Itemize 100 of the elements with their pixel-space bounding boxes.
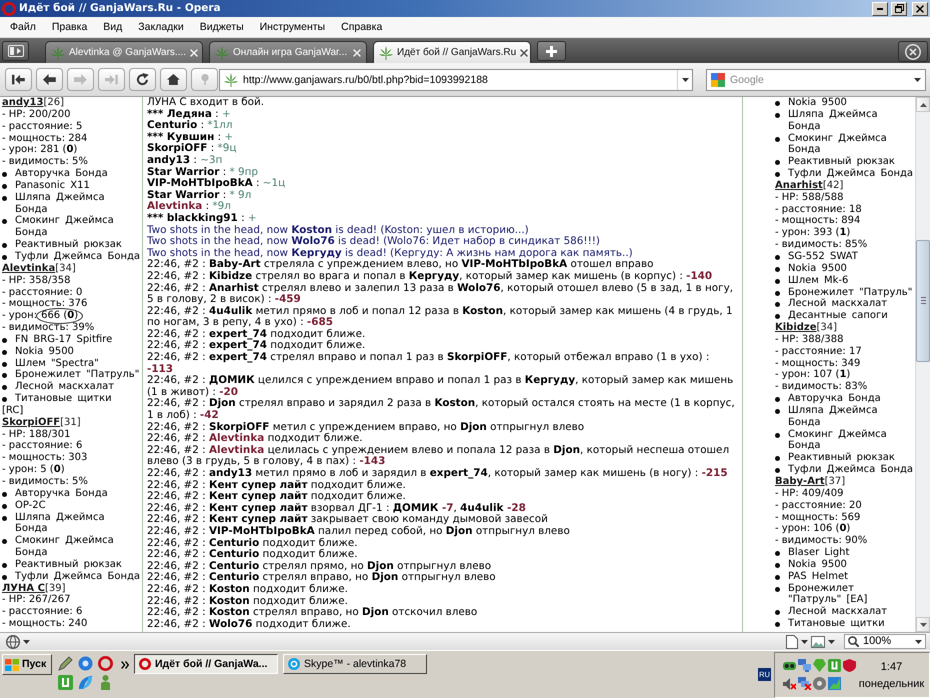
stat-value: 5 (0) bbox=[40, 464, 65, 476]
bullet-icon bbox=[775, 290, 780, 296]
item-name: FN BRG-17 Spitfire bbox=[15, 334, 112, 346]
start-button[interactable]: Пуск bbox=[2, 654, 52, 675]
player-level: [31] bbox=[60, 416, 81, 428]
menu-item[interactable]: Вид bbox=[95, 20, 130, 34]
item-name: SG-552 SWAT bbox=[788, 250, 858, 263]
menu-item[interactable]: Справка bbox=[333, 20, 390, 34]
browser-tab[interactable]: Онлайн игра GanjaWar... bbox=[209, 41, 367, 63]
swirl-icon[interactable] bbox=[78, 675, 93, 690]
new-tab-button[interactable] bbox=[537, 41, 566, 61]
tile-icon[interactable] bbox=[828, 659, 841, 672]
player-link[interactable]: Kibidze bbox=[775, 322, 817, 334]
item-name: Лесной маскхалат bbox=[788, 606, 888, 618]
menu-item[interactable]: Файл bbox=[2, 20, 44, 34]
stat-line: - видимость: 5% bbox=[2, 156, 89, 168]
search-field[interactable]: Google bbox=[730, 72, 909, 88]
muted-speaker-icon[interactable] bbox=[783, 678, 796, 690]
menu-item[interactable]: Виджеты bbox=[192, 20, 252, 34]
scrollbar-thumb[interactable] bbox=[916, 240, 930, 362]
player-link[interactable]: ЛУНА С bbox=[2, 582, 45, 594]
shield-icon[interactable] bbox=[843, 659, 856, 672]
stat-value: 281 (0) bbox=[40, 144, 78, 156]
close-button[interactable] bbox=[912, 2, 928, 16]
caret-icon[interactable] bbox=[828, 640, 835, 644]
log-entry: 22:46, #2 : Centurio стрелял прямо, но Djon отпрыгнул влево bbox=[147, 560, 492, 572]
scroll-up-button[interactable] bbox=[916, 97, 930, 112]
caret-icon[interactable] bbox=[914, 78, 921, 82]
menu-item[interactable]: Инструменты bbox=[252, 20, 334, 34]
page-icon[interactable] bbox=[786, 634, 798, 648]
reload-button[interactable] bbox=[129, 68, 156, 91]
player-link[interactable]: Alevtinka bbox=[2, 262, 56, 274]
log-entry: 22:46, #2 : Koston подходит ближе. bbox=[147, 596, 349, 607]
taskbar-button[interactable]: Идёт бой // GanjaWa... bbox=[134, 654, 278, 674]
close-icon bbox=[916, 4, 924, 12]
leaf-icon bbox=[215, 46, 229, 60]
log-entry: 22:46, #2 : SkorpiOFF метил с упреждением вправо, но Djon отпрыгнул влево bbox=[147, 422, 586, 433]
log-entry: Two shots in the head, now Koston is dead! (Koston: ушел в историю...) bbox=[147, 224, 530, 236]
caret-icon bbox=[915, 640, 922, 644]
stat-line: - мощность: 376 bbox=[2, 298, 88, 310]
bullet-icon bbox=[775, 278, 780, 284]
item-name: Реактивный рюкзак bbox=[788, 156, 895, 168]
log-entry: Two shots in the head, now Кергуду is dead! (Кергуду: А жизнь нам дорога как память..) bbox=[147, 248, 634, 259]
log-entry: 22:46, #2 : Кент супер лайт взорвал ДГ-1 : ДОМИК -7, 4u4ulik -28 bbox=[147, 502, 527, 514]
player-link[interactable]: Anarhist bbox=[775, 180, 823, 191]
pen-icon[interactable] bbox=[58, 656, 73, 671]
pin-icon bbox=[200, 74, 208, 86]
caret-icon[interactable] bbox=[801, 640, 808, 644]
zoom-button[interactable]: 100% bbox=[844, 634, 926, 649]
bullet-icon bbox=[775, 172, 780, 178]
log-entry: 22:46, #2 : Anarhist стрелял влево и залепил 13 раза в Wolo76, который отошел влево (5 в зад, 1 в ногу, 5 в голову, 2 в висок) : -459 bbox=[147, 282, 734, 306]
rewind-button[interactable] bbox=[5, 68, 32, 91]
stat-label: - урон: bbox=[775, 369, 810, 380]
browser-tab[interactable]: Идёт бой // GanjaWars.Ru bbox=[373, 41, 531, 63]
item-name: Авторучка Бонда bbox=[788, 393, 881, 405]
network-error-icon[interactable] bbox=[798, 677, 811, 690]
stat-value: 106 (0) bbox=[813, 523, 850, 534]
goggles-icon[interactable] bbox=[783, 662, 796, 670]
bullet-icon bbox=[2, 172, 7, 178]
player-level: [42] bbox=[822, 180, 844, 191]
address-bar[interactable]: http://www.ganjawars.ru/b0/btl.php?bid=1093992188 bbox=[219, 68, 693, 90]
stat-line: - HP: 409/409 bbox=[775, 488, 844, 500]
browser-tab[interactable]: Alevtinka @ GanjaWars.... bbox=[45, 41, 203, 63]
bullet-icon bbox=[775, 101, 780, 106]
stat-line: - видимость: 90% bbox=[775, 535, 868, 547]
scrollbar[interactable] bbox=[915, 97, 930, 632]
menu-item[interactable]: Закладки bbox=[130, 20, 192, 34]
player-link[interactable]: SkorpiOFF bbox=[2, 416, 60, 428]
player-link[interactable]: Baby-Art bbox=[775, 476, 825, 487]
ring-icon[interactable] bbox=[98, 656, 113, 671]
closed-tabs-button[interactable] bbox=[898, 41, 928, 62]
taskbar-button[interactable]: Skype™ - alevtinka78 bbox=[283, 654, 427, 674]
home-button[interactable] bbox=[160, 68, 187, 91]
globe-icon[interactable] bbox=[78, 656, 93, 671]
item-name: Nokia 9500 bbox=[788, 558, 847, 571]
menu-item[interactable]: Правка bbox=[44, 20, 96, 34]
item-name: Шляпа Джеймса Бонда bbox=[788, 404, 879, 429]
bullet-icon bbox=[775, 397, 780, 402]
back-button[interactable] bbox=[36, 68, 63, 91]
scroll-down-button[interactable] bbox=[916, 617, 930, 632]
window-title: Идёт бой // GanjaWars.Ru - Opera bbox=[19, 2, 222, 15]
chevron-icon[interactable] bbox=[121, 661, 129, 669]
close-icon[interactable] bbox=[520, 48, 528, 56]
globe-icon[interactable] bbox=[6, 634, 20, 648]
disc-icon[interactable] bbox=[813, 677, 826, 690]
image-icon[interactable] bbox=[811, 636, 825, 648]
item-name: Nokia 9500 bbox=[788, 97, 847, 109]
minimize-button[interactable] bbox=[872, 2, 888, 16]
restore-button[interactable] bbox=[891, 2, 907, 16]
caret-icon[interactable] bbox=[682, 78, 688, 82]
panel-button[interactable] bbox=[2, 41, 29, 61]
player-link[interactable]: andy13 bbox=[2, 97, 44, 108]
search-bar[interactable]: Google bbox=[706, 68, 926, 90]
address-field[interactable]: http://www.ganjawars.ru/b0/btl.php?bid=1093992188 bbox=[243, 72, 672, 88]
caret-icon[interactable] bbox=[23, 640, 30, 644]
tile-icon[interactable] bbox=[58, 675, 73, 690]
item-name: Шляпа Джеймса Бонда bbox=[788, 108, 879, 133]
syndicate-tag: [RC] bbox=[2, 404, 142, 417]
log-entry: 22:46, #2 : expert_74 стрелял вправо и попал 1 раз в SkorpiOFF, который отбежал вправо (1 в ухо) : -113 bbox=[147, 352, 710, 375]
item-name: Десантные сапоги bbox=[788, 310, 888, 322]
